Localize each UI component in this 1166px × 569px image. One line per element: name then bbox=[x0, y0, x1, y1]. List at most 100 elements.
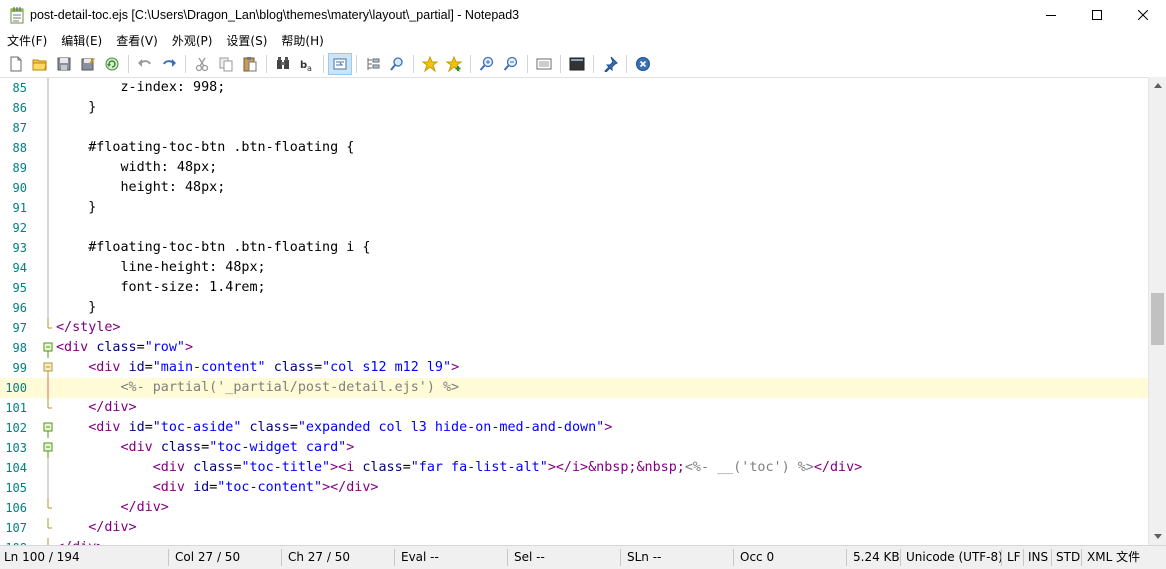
code-line[interactable]: 86 } bbox=[0, 98, 1148, 118]
close-doc-button[interactable] bbox=[631, 53, 655, 75]
console-button[interactable] bbox=[565, 53, 589, 75]
word-wrap-button[interactable] bbox=[328, 53, 352, 75]
favorites-button[interactable] bbox=[418, 53, 442, 75]
code-line[interactable]: 94 line-height: 48px; bbox=[0, 258, 1148, 278]
close-button[interactable] bbox=[1120, 0, 1166, 30]
find-button[interactable] bbox=[271, 53, 295, 75]
copy-button[interactable] bbox=[214, 53, 238, 75]
svg-text:a: a bbox=[307, 64, 312, 72]
status-selection: Sel -- bbox=[514, 550, 545, 564]
status-lexer[interactable]: XML 文件 bbox=[1087, 546, 1140, 569]
toolbar-separator bbox=[128, 55, 129, 73]
menu-help[interactable]: 帮助(H) bbox=[274, 30, 330, 52]
code-line[interactable]: 97 </style> bbox=[0, 318, 1148, 338]
zoom-in-button[interactable] bbox=[475, 53, 499, 75]
fold-line bbox=[43, 78, 54, 98]
code-line[interactable]: 106 </div> bbox=[0, 498, 1148, 518]
code-line[interactable]: 104 <div class="toc-title"><i class="far… bbox=[0, 458, 1148, 478]
code-token: ></div> bbox=[322, 480, 379, 495]
open-folder-button[interactable] bbox=[28, 53, 52, 75]
code-line[interactable]: 100 <%- partial('_partial/post-detail.ej… bbox=[0, 378, 1148, 398]
status-insert-mode[interactable]: INS bbox=[1028, 546, 1048, 569]
status-eol[interactable]: LF bbox=[1007, 546, 1021, 569]
cut-button[interactable] bbox=[190, 53, 214, 75]
code-line[interactable]: 102 <div id="toc-aside" class="expanded … bbox=[0, 418, 1148, 438]
scroll-up-arrow-icon[interactable] bbox=[1149, 77, 1166, 94]
line-number: 89 bbox=[12, 161, 27, 175]
code-line[interactable]: 88 #floating-toc-btn .btn-floating { bbox=[0, 138, 1148, 158]
code-line[interactable]: 107 </div> bbox=[0, 518, 1148, 538]
menu-settings[interactable]: 设置(S) bbox=[219, 30, 274, 52]
vertical-scrollbar[interactable] bbox=[1148, 77, 1166, 545]
code-token: <div bbox=[120, 440, 161, 455]
new-file-button[interactable] bbox=[4, 53, 28, 75]
reload-button[interactable] bbox=[100, 53, 124, 75]
fold-toggle-icon[interactable] bbox=[43, 338, 54, 358]
minimize-button[interactable] bbox=[1028, 0, 1074, 30]
menu-edit[interactable]: 编辑(E) bbox=[54, 30, 109, 52]
fold-line bbox=[43, 138, 54, 158]
code-line[interactable]: 99 <div id="main-content" class="col s12… bbox=[0, 358, 1148, 378]
menu-appearance[interactable]: 外观(P) bbox=[165, 30, 220, 52]
code-line[interactable]: 108 </div> bbox=[0, 538, 1148, 545]
code-line[interactable]: 95 font-size: 1.4rem; bbox=[0, 278, 1148, 298]
fold-end-marker bbox=[43, 518, 54, 538]
fold-line bbox=[43, 278, 54, 298]
status-divider bbox=[1081, 549, 1082, 566]
code-token: </div> bbox=[88, 520, 137, 535]
paste-button[interactable] bbox=[238, 53, 262, 75]
code-token: } bbox=[56, 200, 97, 215]
code-line[interactable]: 96 } bbox=[0, 298, 1148, 318]
zoom-out-button[interactable] bbox=[499, 53, 523, 75]
menu-view[interactable]: 查看(V) bbox=[109, 30, 165, 52]
status-line[interactable]: Ln 100 / 194 bbox=[4, 546, 80, 569]
zoom-find-icon bbox=[390, 57, 403, 71]
code-line[interactable]: 98 <div class="row"> bbox=[0, 338, 1148, 358]
replace-button[interactable]: ba bbox=[295, 53, 319, 75]
status-divider bbox=[394, 549, 395, 566]
code-token: = bbox=[314, 360, 323, 375]
code-token: } bbox=[56, 300, 97, 315]
fold-end-marker bbox=[43, 318, 54, 338]
scheme-button[interactable] bbox=[532, 53, 556, 75]
line-number: 87 bbox=[12, 121, 27, 135]
code-line[interactable]: 87 bbox=[0, 118, 1148, 138]
undo-button[interactable] bbox=[133, 53, 157, 75]
line-number: 96 bbox=[12, 301, 27, 315]
zoom-find-button[interactable] bbox=[385, 53, 409, 75]
code-line[interactable]: 85 z-index: 998; bbox=[0, 78, 1148, 98]
code-line[interactable]: 91 } bbox=[0, 198, 1148, 218]
code-line[interactable]: 90 height: 48px; bbox=[0, 178, 1148, 198]
maximize-button[interactable] bbox=[1074, 0, 1120, 30]
fold-toggle-icon[interactable] bbox=[43, 438, 54, 458]
code-editor[interactable]: 85 z-index: 998; 86 } 87 88 #floating-toc-b… bbox=[0, 77, 1166, 545]
status-encoding[interactable]: Unicode (UTF-8) bbox=[906, 546, 1003, 569]
save-button[interactable] bbox=[52, 53, 76, 75]
code-token: = bbox=[144, 360, 153, 375]
save-as-button[interactable] bbox=[76, 53, 100, 75]
code-text: </div> bbox=[56, 538, 104, 545]
goto-line-button[interactable] bbox=[361, 53, 385, 75]
code-line[interactable]: 93 #floating-toc-btn .btn-floating i { bbox=[0, 238, 1148, 258]
code-token: &nbsp;&nbsp; bbox=[588, 460, 685, 475]
close-icon bbox=[1138, 10, 1148, 20]
scrollbar-thumb[interactable] bbox=[1151, 293, 1164, 345]
code-line[interactable]: 89 width: 48px; bbox=[0, 158, 1148, 178]
status-column: Col 27 / 50 bbox=[175, 550, 241, 564]
status-divider bbox=[1023, 549, 1024, 566]
scroll-down-arrow-icon[interactable] bbox=[1149, 528, 1166, 545]
status-eval: Eval -- bbox=[401, 550, 439, 564]
code-token: class bbox=[273, 360, 314, 375]
pin-button[interactable] bbox=[598, 53, 622, 75]
redo-button[interactable] bbox=[157, 53, 181, 75]
menu-file[interactable]: 文件(F) bbox=[0, 30, 54, 52]
status-divider bbox=[846, 549, 847, 566]
fold-toggle-icon[interactable] bbox=[43, 418, 54, 438]
code-line[interactable]: 92 bbox=[0, 218, 1148, 238]
code-line[interactable]: 101 </div> bbox=[0, 398, 1148, 418]
code-line[interactable]: 105 <div id="toc-content"></div> bbox=[0, 478, 1148, 498]
add-favorite-button[interactable] bbox=[442, 53, 466, 75]
fold-toggle-icon[interactable] bbox=[43, 358, 54, 378]
code-line[interactable]: 103 <div class="toc-widget card"> bbox=[0, 438, 1148, 458]
toolbar-separator bbox=[527, 55, 528, 73]
